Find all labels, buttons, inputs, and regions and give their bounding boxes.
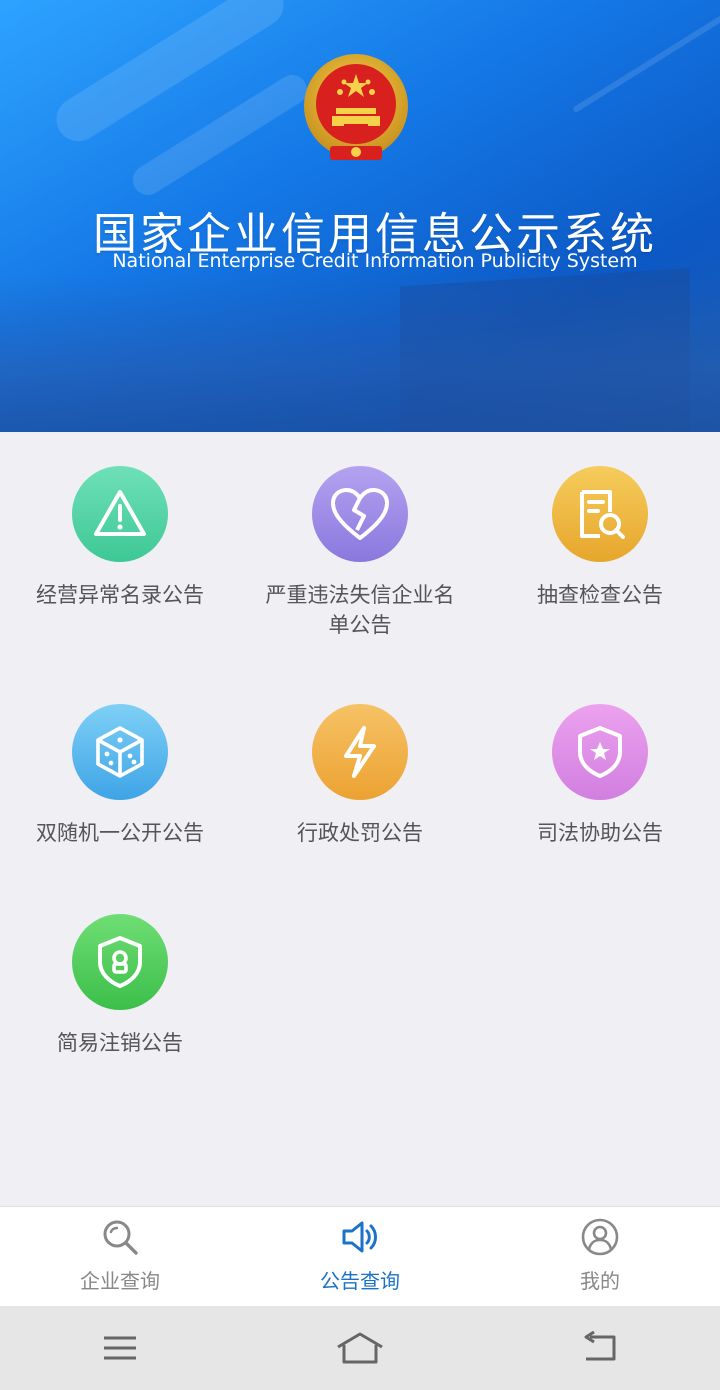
- tab-label: 企业查询: [80, 1269, 160, 1293]
- app-screen: 国家企业信用信息公示系统 National Enterprise Credit …: [0, 0, 720, 1390]
- grid-item-judicial-assistance[interactable]: 司法协助公告: [480, 704, 720, 848]
- grid-item-double-random[interactable]: 双随机一公开公告: [0, 704, 240, 848]
- grid-item-label: 经营异常名录公告: [36, 583, 204, 607]
- search-icon: [0, 1215, 240, 1259]
- speaker-icon: [240, 1215, 480, 1259]
- shield-star-icon: [552, 704, 648, 800]
- user-icon: [480, 1215, 720, 1259]
- tab-label: 我的: [580, 1269, 620, 1293]
- grid-item-abnormal-operation[interactable]: 经营异常名录公告: [0, 466, 240, 610]
- great-wall-background: [0, 272, 720, 432]
- broken-heart-icon: [312, 466, 408, 562]
- bottom-tab-bar: 企业查询 公告查询 我的: [0, 1206, 720, 1306]
- shield-lock-icon: [72, 914, 168, 1010]
- tab-mine[interactable]: 我的: [480, 1207, 720, 1306]
- system-navigation-bar: [0, 1306, 720, 1390]
- tab-announcement-query[interactable]: 公告查询: [240, 1207, 480, 1306]
- tab-label: 公告查询: [320, 1269, 400, 1293]
- menu-icon[interactable]: [80, 1318, 160, 1378]
- national-emblem-icon: [304, 54, 408, 160]
- grid-item-administrative-penalty[interactable]: 行政处罚公告: [240, 704, 480, 848]
- lightning-icon: [312, 704, 408, 800]
- grid-item-label: 严重违法失信企业名单公告: [265, 583, 455, 637]
- decor-streak: [572, 12, 720, 114]
- grid-item-spot-check[interactable]: 抽查检查公告: [480, 466, 720, 610]
- tab-enterprise-query[interactable]: 企业查询: [0, 1207, 240, 1306]
- home-icon[interactable]: [320, 1318, 400, 1378]
- grid-item-label: 司法协助公告: [537, 821, 663, 845]
- back-icon[interactable]: [560, 1318, 640, 1378]
- app-title-en: National Enterprise Credit Information P…: [112, 250, 638, 272]
- header-banner: 国家企业信用信息公示系统 National Enterprise Credit …: [0, 0, 720, 432]
- grid-item-serious-violation[interactable]: 严重违法失信企业名单公告: [240, 466, 480, 640]
- document-search-icon: [552, 466, 648, 562]
- grid-item-label: 行政处罚公告: [297, 821, 423, 845]
- warning-icon: [72, 466, 168, 562]
- grid-item-label: 简易注销公告: [57, 1031, 183, 1055]
- grid-item-label: 抽查检查公告: [537, 583, 663, 607]
- dice-icon: [72, 704, 168, 800]
- grid-item-label: 双随机一公开公告: [36, 821, 204, 845]
- grid-item-simple-deregistration[interactable]: 简易注销公告: [0, 914, 240, 1058]
